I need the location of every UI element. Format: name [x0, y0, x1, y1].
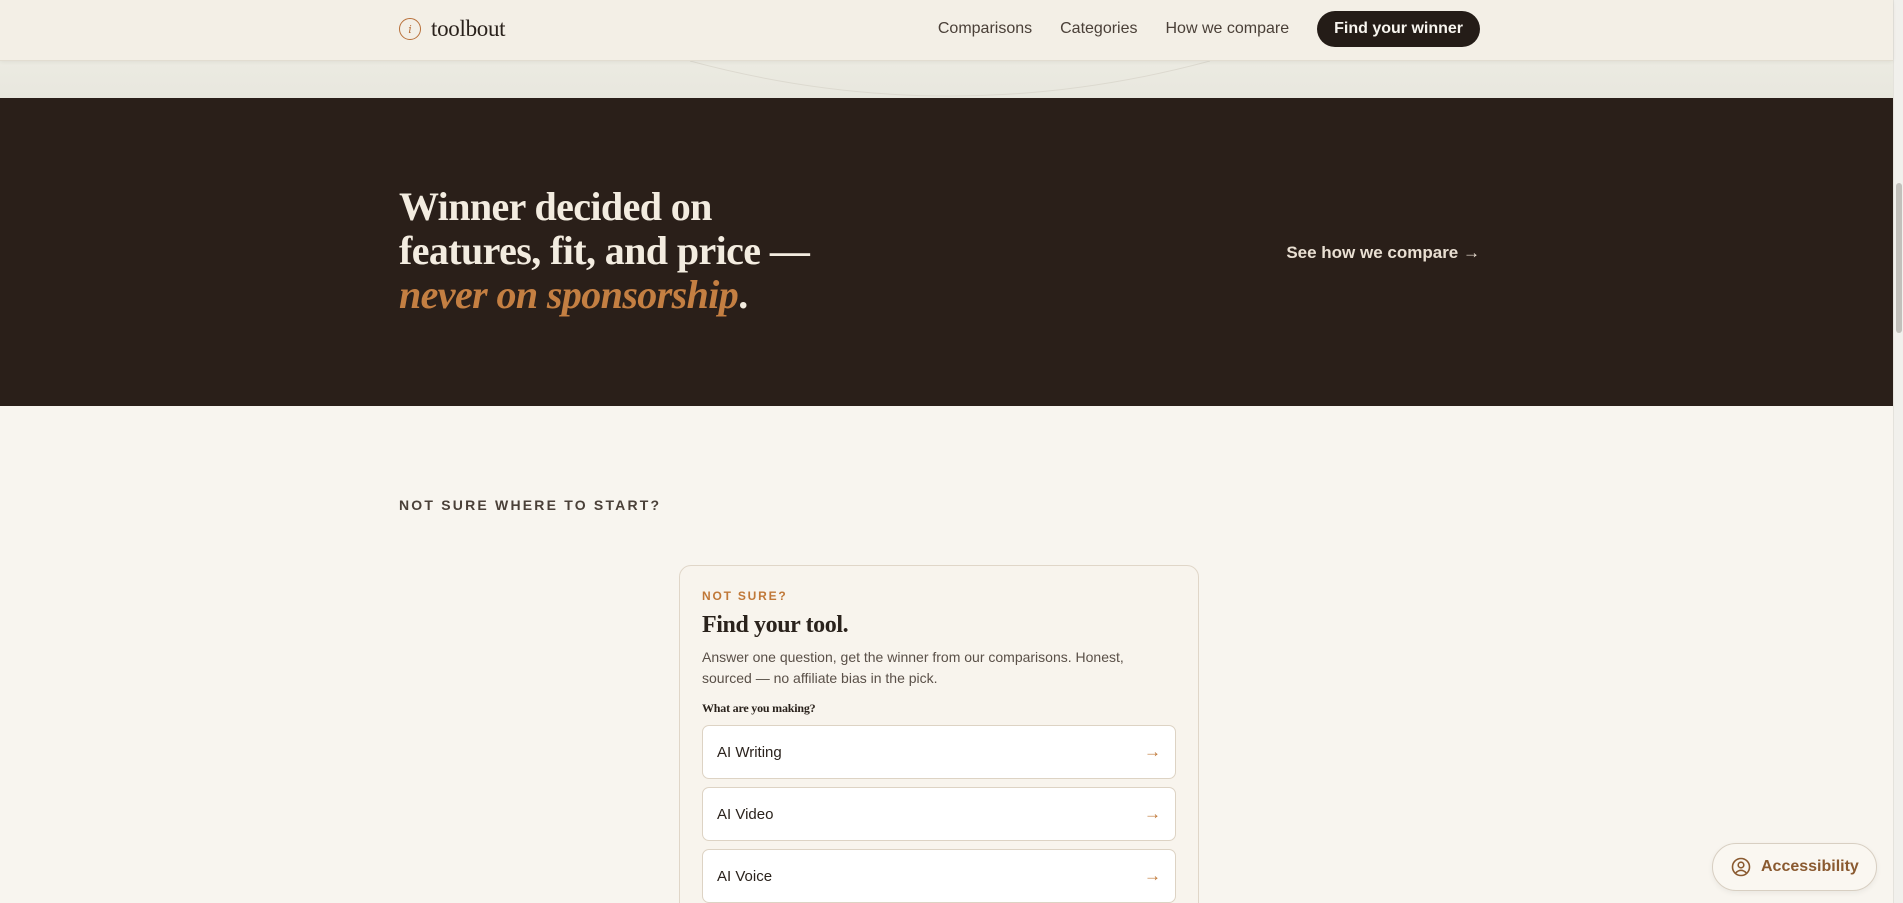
option-ai-video[interactable]: AI Video →: [702, 787, 1176, 841]
band-heading-end: .: [738, 272, 748, 317]
band-heading: Winner decided on features, fit, and pri…: [399, 185, 839, 317]
page-scrollbar[interactable]: [1893, 0, 1903, 903]
option-label: AI Video: [717, 805, 774, 823]
person-circle-icon: [1731, 857, 1751, 877]
card-question: What are you making?: [702, 701, 816, 715]
arrow-right-icon: →: [1144, 804, 1161, 823]
option-ai-writing[interactable]: AI Writing →: [702, 725, 1176, 779]
option-label: AI Writing: [717, 743, 782, 761]
card-eyebrow: NOT SURE?: [702, 589, 788, 603]
hero-bottom-decoration: [0, 61, 1893, 98]
scrollbar-thumb[interactable]: [1896, 183, 1902, 333]
nav-comparisons[interactable]: Comparisons: [938, 20, 1032, 38]
accessibility-label: Accessibility: [1761, 858, 1859, 875]
see-how-we-compare-link[interactable]: See how we compare →: [1286, 243, 1480, 263]
option-label: AI Voice: [717, 867, 773, 885]
band-heading-accent: never on sponsorship: [399, 272, 739, 317]
option-list: AI Writing → AI Video → AI Voice →: [702, 725, 1176, 903]
band-heading-text: Winner decided on features, fit, and pri…: [399, 184, 810, 273]
logo-link[interactable]: i toolbout: [399, 16, 506, 42]
sponsorship-band: Winner decided on features, fit, and pri…: [0, 98, 1893, 406]
card-description: Answer one question, get the winner from…: [702, 649, 1124, 686]
arrow-right-icon: →: [1144, 866, 1161, 885]
nav-categories[interactable]: Categories: [1060, 20, 1137, 38]
accessibility-button[interactable]: Accessibility: [1712, 843, 1877, 891]
main-nav: Comparisons Categories How we compare Fi…: [938, 11, 1480, 47]
section-eyebrow: NOT SURE WHERE TO START?: [399, 497, 662, 513]
find-your-winner-button[interactable]: Find your winner: [1317, 11, 1480, 47]
logo-icon: i: [399, 18, 421, 40]
logo-text: toolbout: [431, 16, 506, 41]
option-ai-voice[interactable]: AI Voice →: [702, 849, 1176, 903]
tool-finder-card: NOT SURE? Find your tool. Answer one que…: [679, 565, 1199, 903]
card-title: Find your tool.: [702, 612, 849, 638]
page: i toolbout Comparisons Categories How we…: [0, 0, 1903, 903]
decorative-arc-icon: [690, 61, 1210, 97]
arrow-right-icon: →: [1144, 742, 1161, 761]
site-header: i toolbout Comparisons Categories How we…: [0, 0, 1893, 61]
nav-how-we-compare[interactable]: How we compare: [1166, 20, 1290, 38]
